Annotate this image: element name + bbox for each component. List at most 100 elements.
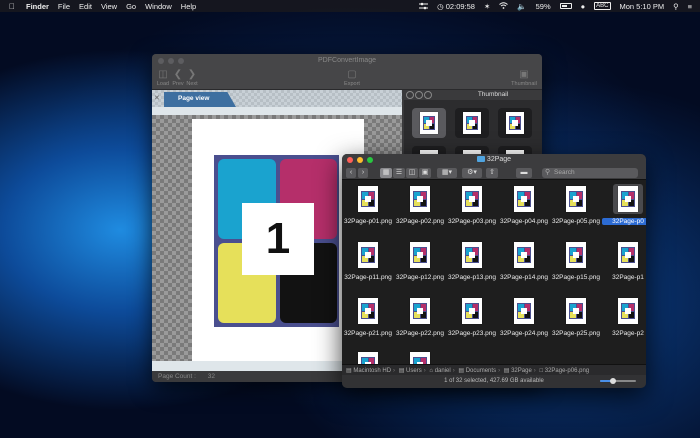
file-item[interactable]: 32Page-p05.png: [550, 184, 602, 230]
file-name: 32Page-p2: [612, 330, 644, 337]
menu-help[interactable]: Help: [181, 2, 196, 11]
thumbnail-item[interactable]: [412, 108, 446, 138]
wifi-icon[interactable]: [499, 1, 509, 11]
file-item[interactable]: 32Page-p25.png: [550, 296, 602, 342]
page-thumbnail-icon: [420, 112, 438, 134]
action-button[interactable]: ⚙▾: [462, 168, 482, 178]
icon-size-slider[interactable]: [600, 378, 636, 384]
file-item[interactable]: 32Page-p04.png: [498, 184, 550, 230]
menu-window[interactable]: Window: [145, 2, 172, 11]
back-button[interactable]: ‹: [346, 168, 356, 178]
group-button[interactable]: ▦▾: [437, 168, 457, 178]
finder-title: 32Page: [342, 156, 646, 163]
load-button[interactable]: ◫ Load: [156, 69, 170, 87]
file-item[interactable]: 32Page-p0: [602, 184, 646, 230]
png-file-icon: [514, 186, 534, 212]
column-view-button[interactable]: ◫: [406, 168, 418, 178]
thumb-control-2[interactable]: [415, 91, 423, 99]
file-icon-wrap: [353, 240, 383, 270]
volume-icon[interactable]: 🔈: [517, 2, 526, 11]
path-item[interactable]: Users: [406, 368, 422, 374]
file-item[interactable]: 32Page-p03.png: [446, 184, 498, 230]
close-tab-icon[interactable]: ✕: [154, 94, 160, 102]
gallery-view-button[interactable]: ▣: [419, 168, 431, 178]
path-item[interactable]: Documents: [466, 368, 496, 374]
menu-edit[interactable]: Edit: [79, 2, 92, 11]
menu-app-name[interactable]: Finder: [26, 2, 49, 11]
thumb-control-1[interactable]: [406, 91, 414, 99]
battery-percent[interactable]: 59%: [536, 2, 551, 11]
apple-logo-icon[interactable]: : [6, 2, 18, 11]
export-label: Export: [344, 81, 360, 87]
file-item[interactable]: [342, 350, 394, 364]
next-button[interactable]: ❯ Next: [186, 69, 198, 87]
path-item[interactable]: daniel: [435, 368, 451, 374]
menu-file[interactable]: File: [58, 2, 70, 11]
icon-view-button[interactable]: ▦: [380, 168, 392, 178]
menu-go[interactable]: Go: [126, 2, 136, 11]
file-icon-wrap: [509, 240, 539, 270]
file-item[interactable]: [394, 350, 446, 364]
file-name: 32Page-p22.png: [395, 330, 445, 337]
file-name: 32Page-p25.png: [551, 330, 601, 337]
thumbnail-item[interactable]: [498, 108, 532, 138]
search-field[interactable]: ⚲ Search: [542, 168, 638, 178]
file-item[interactable]: 32Page-p11.png: [342, 240, 394, 286]
file-item[interactable]: 32Page-p23.png: [446, 296, 498, 342]
file-item[interactable]: 32Page-p1: [602, 240, 646, 286]
battery-icon[interactable]: [559, 3, 572, 9]
input-source[interactable]: ABC: [594, 2, 611, 10]
search-icon[interactable]: ⚲: [673, 2, 679, 11]
file-name: 32Page-p14.png: [499, 274, 549, 281]
png-file-icon: [566, 298, 586, 324]
timer-display[interactable]: ◷ 02:09:58: [437, 2, 475, 11]
thumbnail-button[interactable]: ▣ Thumbnail: [510, 69, 538, 87]
slider-knob[interactable]: [609, 378, 616, 384]
file-item[interactable]: 32Page-p24.png: [498, 296, 550, 342]
home-icon: ⌂: [429, 368, 434, 374]
tab-page-view[interactable]: Page view: [164, 92, 236, 107]
list-view-button[interactable]: ☰: [393, 168, 405, 178]
folder-icon: ▤: [458, 368, 465, 374]
file-item[interactable]: 32Page-p21.png: [342, 296, 394, 342]
prev-button[interactable]: ❮ Prev: [172, 69, 184, 87]
share-icon: ⇧: [489, 169, 495, 176]
file-name: 32Page-p02.png: [395, 218, 445, 225]
thumbnail-item[interactable]: [455, 108, 489, 138]
menu-view[interactable]: View: [101, 2, 117, 11]
prev-label: Prev: [172, 81, 184, 87]
file-item[interactable]: 32Page-p13.png: [446, 240, 498, 286]
file-item[interactable]: 32Page-p14.png: [498, 240, 550, 286]
png-file-icon: [462, 186, 482, 212]
tag-button[interactable]: ▬: [516, 168, 532, 178]
path-item[interactable]: 32Page-p06.png: [545, 368, 589, 374]
file-item[interactable]: 32Page-p15.png: [550, 240, 602, 286]
png-file-icon: [358, 298, 378, 324]
file-icon-wrap: [457, 240, 487, 270]
png-file-icon: [618, 242, 638, 268]
file-icon-wrap: [405, 240, 435, 270]
png-file-icon: [566, 186, 586, 212]
list-icon[interactable]: ≡: [688, 2, 692, 11]
file-item[interactable]: 32Page-p02.png: [394, 184, 446, 230]
forward-button[interactable]: ›: [358, 168, 368, 178]
file-item[interactable]: 32Page-p12.png: [394, 240, 446, 286]
png-file-icon: [358, 352, 378, 364]
menu-clock[interactable]: Mon 5:10 PM: [620, 2, 665, 11]
export-button[interactable]: ▢ Export: [342, 69, 362, 87]
path-item[interactable]: Macintosh HD: [353, 368, 391, 374]
folder-icon: [476, 156, 485, 162]
thumb-control-3[interactable]: [424, 91, 432, 99]
file-item[interactable]: 32Page-p22.png: [394, 296, 446, 342]
file-item[interactable]: 32Page-p01.png: [342, 184, 394, 230]
bluetooth-icon[interactable]: ✶: [484, 2, 490, 11]
sliders-icon[interactable]: [419, 2, 429, 10]
path-item[interactable]: 32Page: [511, 368, 532, 374]
file-name: 32Page-p23.png: [447, 330, 497, 337]
share-button[interactable]: ⇧: [486, 168, 498, 178]
thumbnail-controls: [406, 91, 432, 99]
user-icon[interactable]: ●: [581, 2, 586, 11]
gear-icon: ⚙▾: [467, 169, 477, 176]
file-item[interactable]: 32Page-p2: [602, 296, 646, 342]
window-title: PDFConvertImage: [318, 57, 376, 64]
